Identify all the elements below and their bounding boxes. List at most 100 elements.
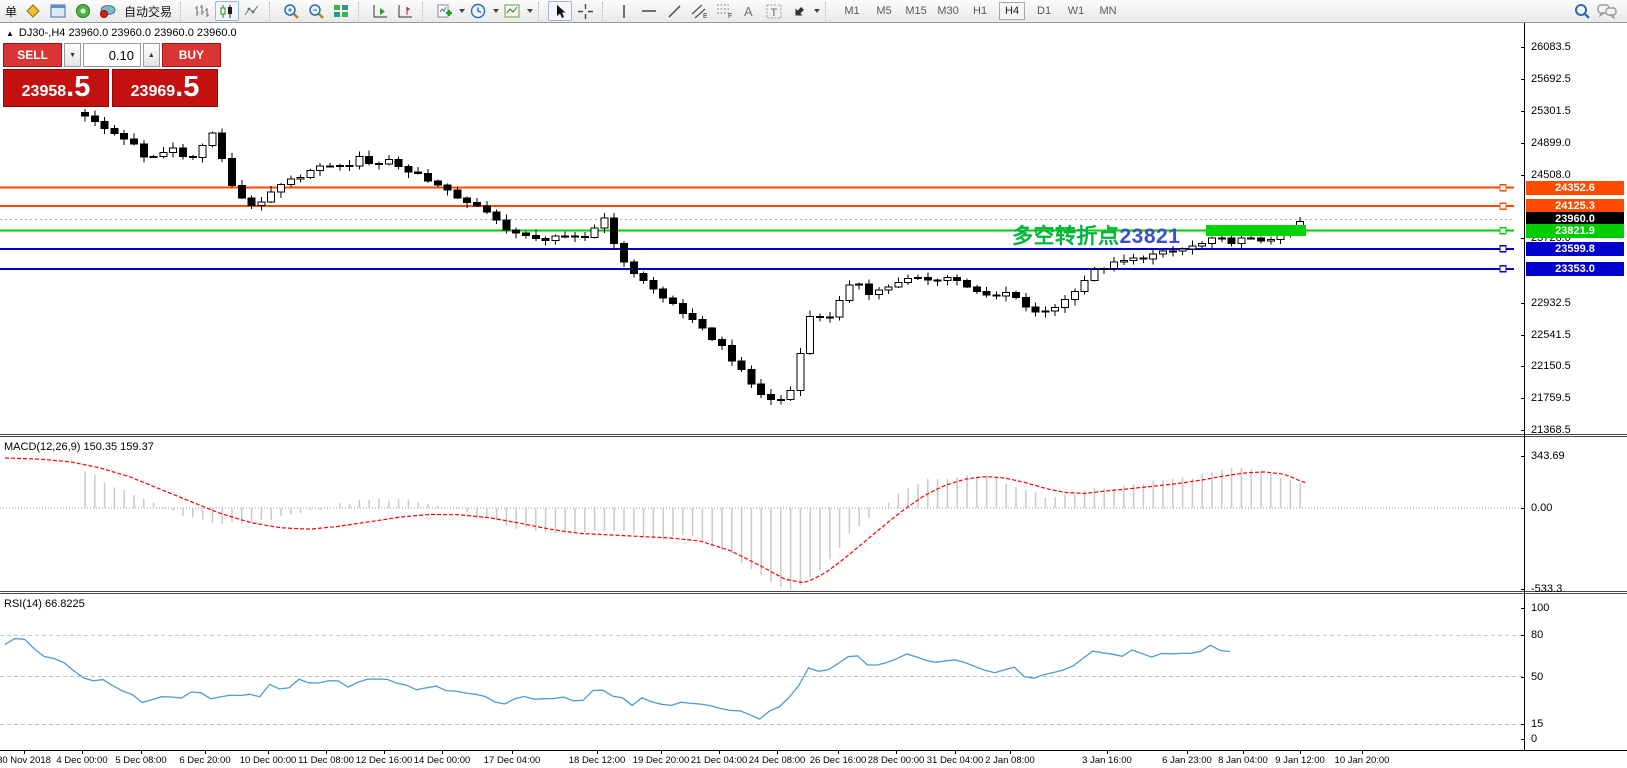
time-tick-label: 24 Dec 08:00 — [748, 755, 806, 766]
new-order-label[interactable]: 单 — [2, 3, 20, 20]
time-tick-label: 10 Dec 00:00 — [239, 755, 297, 766]
toolbar: 单 自动交易 E F A T M1 M5 M15 M30 H1 H4 D1 W1… — [0, 0, 1627, 23]
price-axis[interactable]: 26083.5 25692.5 25301.5 24899.0 24508.0 23726… — [1521, 23, 1627, 750]
timeframe-button-m5[interactable]: M5 — [871, 2, 897, 20]
price-tick-label: 24508.0 — [1531, 168, 1571, 181]
zoom-out-icon[interactable] — [304, 1, 328, 21]
ask-price-frac: .5 — [175, 71, 200, 103]
time-tick-mark — [268, 751, 269, 754]
trendline-icon[interactable] — [662, 1, 686, 21]
price-tick-label: 25692.5 — [1531, 72, 1571, 85]
macd-tick-label: 0.00 — [1531, 502, 1553, 514]
arrows-caret[interactable] — [814, 9, 821, 13]
timeframe-button-w1[interactable]: W1 — [1063, 2, 1089, 20]
macd-tick-label: -533.3 — [1531, 582, 1563, 595]
timeframe-button-mn[interactable]: MN — [1095, 2, 1121, 20]
time-tick-mark — [838, 751, 839, 754]
line-chart-icon[interactable] — [240, 1, 264, 21]
label-icon[interactable]: T — [762, 1, 786, 21]
panel-resize-separator[interactable] — [0, 591, 1627, 594]
pivot-annotation[interactable]: 多空转折点23821 — [1012, 220, 1180, 250]
svg-text:A: A — [744, 4, 753, 18]
time-tick-mark — [896, 751, 897, 754]
text-icon[interactable]: A — [737, 1, 761, 21]
chart-shift-icon[interactable] — [393, 1, 417, 21]
price-tick-mark — [1521, 302, 1525, 304]
timeframe-button-h1[interactable]: H1 — [967, 2, 993, 20]
toolbar-separator — [180, 2, 186, 20]
equidistant-channel-icon[interactable]: E — [687, 1, 711, 21]
time-tick-label: 19 Dec 20:00 — [632, 755, 690, 766]
indicators-icon[interactable] — [432, 1, 456, 21]
price-chart-canvas[interactable] — [0, 23, 1524, 437]
timeframe-button-h4[interactable]: H4 — [999, 2, 1026, 20]
price-level-tag: 23599.8 — [1526, 241, 1624, 256]
rsi-tick-mark — [1521, 608, 1525, 609]
price-tick-label: 24899.0 — [1531, 137, 1571, 150]
time-tick-label: 31 Dec 04:00 — [926, 755, 984, 766]
chart-panel[interactable]: 26083.5 25692.5 25301.5 24899.0 24508.0 23726… — [0, 23, 1627, 768]
time-tick-mark — [205, 751, 206, 754]
time-tick-label: 6 Jan 23:00 — [1162, 755, 1212, 766]
autotrading-label[interactable]: 自动交易 — [121, 3, 175, 20]
arrows-icon[interactable] — [787, 1, 811, 21]
navigator-icon[interactable] — [71, 1, 95, 21]
buy-button[interactable]: BUY — [161, 43, 221, 67]
price-tick-label: 22150.5 — [1531, 360, 1571, 373]
new-order-icon[interactable] — [21, 1, 45, 21]
macd-canvas[interactable] — [0, 437, 1524, 594]
time-tick-mark — [24, 751, 25, 754]
templates-icon[interactable] — [500, 1, 524, 21]
lot-decrease-button[interactable]: ▼ — [64, 43, 81, 67]
time-tick-label: 26 Dec 16:00 — [809, 755, 867, 766]
time-tick-label: 9 Jan 12:00 — [1275, 755, 1325, 766]
lot-increase-button[interactable]: ▲ — [143, 43, 160, 67]
svg-text:E: E — [703, 13, 708, 19]
ask-price-box[interactable]: 23969 .5 — [112, 69, 218, 107]
time-tick-mark — [1010, 751, 1011, 754]
auto-scroll-icon[interactable] — [368, 1, 392, 21]
timeframe-button-m15[interactable]: M15 — [903, 2, 929, 20]
charts-window-icon[interactable] — [46, 1, 70, 21]
price-tick-mark — [1521, 47, 1525, 48]
lot-size-input[interactable] — [83, 43, 141, 67]
price-tick-mark — [1521, 238, 1525, 240]
horizontal-line-icon[interactable] — [637, 1, 661, 21]
time-tick-mark — [326, 751, 327, 754]
cursor-icon[interactable] — [548, 1, 573, 21]
search-icon[interactable] — [1570, 1, 1594, 21]
toolbar-separator — [825, 2, 831, 20]
templates-caret[interactable] — [527, 9, 534, 13]
rsi-canvas[interactable] — [0, 594, 1524, 750]
collapse-triangle-icon[interactable]: ▲ — [6, 29, 14, 38]
time-tick-label: 17 Dec 04:00 — [483, 755, 541, 766]
time-tick-label: 10 Jan 20:00 — [1334, 755, 1390, 766]
candlestick-chart-icon[interactable] — [215, 1, 240, 21]
price-tick-label: 21368.5 — [1531, 423, 1571, 436]
chat-icon[interactable] — [1595, 1, 1619, 21]
sell-button[interactable]: SELL — [3, 43, 63, 67]
timeframe-button-d1[interactable]: D1 — [1031, 2, 1057, 20]
macd-indicator-label: MACD(12,26,9) 150.35 159.37 — [4, 441, 154, 453]
timeframe-button-m30[interactable]: M30 — [935, 2, 961, 20]
vertical-line-icon[interactable] — [612, 1, 636, 21]
time-tick-label: 21 Dec 04:00 — [690, 755, 748, 766]
timeframe-button-m1[interactable]: M1 — [839, 2, 865, 20]
periods-icon[interactable] — [466, 1, 490, 21]
crosshair-icon[interactable] — [573, 1, 597, 21]
mt4-window: 单 自动交易 E F A T M1 M5 M15 M30 H1 H4 D1 W1… — [0, 0, 1627, 768]
periods-caret[interactable] — [493, 9, 500, 13]
fibonacci-icon[interactable]: F — [712, 1, 736, 21]
bar-chart-icon[interactable] — [190, 1, 214, 21]
autotrading-icon[interactable] — [96, 1, 120, 21]
zoom-in-icon[interactable] — [279, 1, 303, 21]
indicators-caret[interactable] — [459, 9, 466, 13]
time-axis[interactable]: 30 Nov 2018 4 Dec 00:00 5 Dec 08:00 6 Dec 2… — [0, 750, 1627, 768]
rsi-tick-mark — [1521, 635, 1525, 637]
bid-price-box[interactable]: 23958 .5 — [3, 69, 109, 107]
panel-resize-separator[interactable] — [0, 434, 1627, 437]
price-tick-mark — [1521, 143, 1525, 145]
price-level-tag: 24352.6 — [1526, 180, 1624, 195]
tile-windows-icon[interactable] — [329, 1, 353, 21]
time-tick-mark — [384, 751, 385, 754]
